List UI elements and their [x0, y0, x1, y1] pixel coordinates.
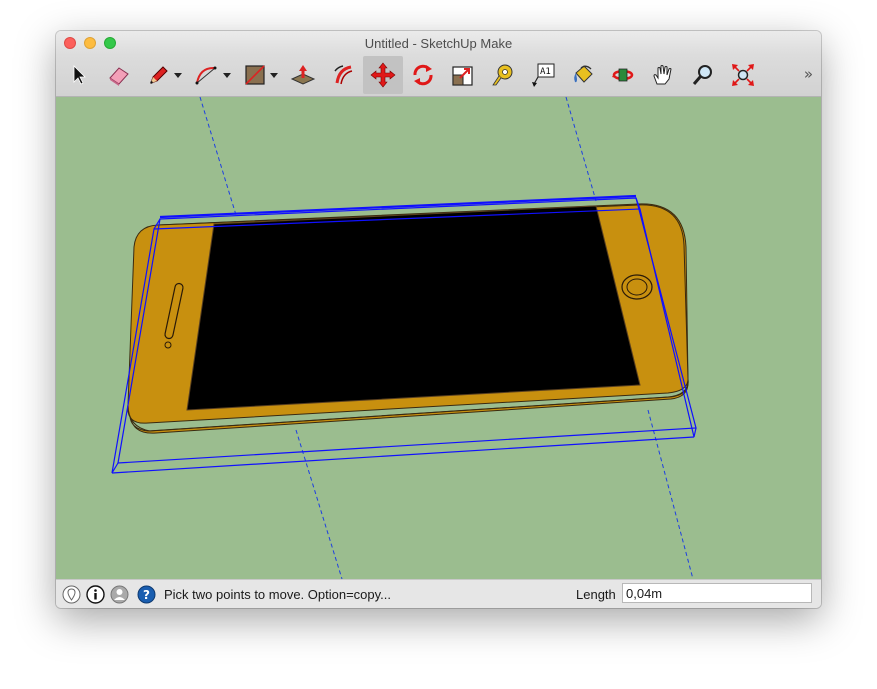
app-window: Untitled - SketchUp Make A1 » ? Pick two…	[56, 31, 821, 608]
geo-location-icon[interactable]	[62, 585, 81, 604]
length-input[interactable]	[622, 583, 812, 603]
paint-bucket-icon	[574, 65, 593, 83]
rectangle-icon	[245, 65, 265, 85]
text-icon: A1	[532, 63, 555, 87]
svg-text:?: ?	[143, 588, 150, 602]
orbit-icon	[612, 68, 634, 82]
zoom-extents-icon	[732, 64, 754, 86]
help-icon[interactable]: ?	[137, 585, 156, 604]
phone-model[interactable]	[111, 194, 697, 474]
title-bar: Untitled - SketchUp Make	[56, 31, 821, 55]
user-account-icon[interactable]	[110, 585, 129, 604]
zoom-extents-tool[interactable]	[723, 56, 763, 94]
pan-tool[interactable]	[643, 56, 683, 94]
axis-guide-line	[199, 97, 237, 216]
follow-me-icon	[334, 65, 353, 85]
axis-guide-line	[647, 409, 694, 579]
model-canvas[interactable]	[56, 97, 821, 579]
rectangle-tool[interactable]	[235, 56, 275, 94]
arc-icon	[195, 66, 217, 85]
arc-dropdown-icon[interactable]	[223, 71, 231, 79]
push-pull-icon	[290, 65, 316, 85]
status-message: Pick two points to move. Option=copy...	[164, 587, 392, 602]
move-tool[interactable]	[363, 56, 403, 94]
axis-guide-line	[565, 97, 597, 202]
rectangle-dropdown-icon[interactable]	[270, 71, 278, 79]
text-tool[interactable]: A1	[523, 56, 563, 94]
eraser-icon	[109, 67, 129, 86]
toolbar-overflow-button[interactable]: »	[804, 65, 813, 83]
window-title: Untitled - SketchUp Make	[364, 36, 513, 51]
push-pull-tool[interactable]	[283, 56, 323, 94]
drawing-viewport[interactable]	[56, 97, 821, 579]
paint-bucket-tool[interactable]	[563, 56, 603, 94]
tape-measure-tool[interactable]	[483, 56, 523, 94]
scale-tool[interactable]	[443, 56, 483, 94]
move-icon	[370, 62, 396, 88]
phone-screen	[186, 205, 641, 411]
pencil-icon	[150, 66, 168, 84]
zoom-tool[interactable]	[683, 56, 723, 94]
tape-measure-icon	[492, 64, 513, 86]
length-label: Length	[576, 587, 616, 602]
status-bar: ? Pick two points to move. Option=copy..…	[56, 579, 821, 608]
hand-icon	[653, 65, 672, 85]
pencil-dropdown-icon[interactable]	[174, 71, 182, 79]
arc-tool[interactable]	[186, 56, 226, 94]
orbit-tool[interactable]	[603, 56, 643, 94]
rotate-icon	[413, 64, 433, 86]
follow-me-tool[interactable]	[323, 56, 363, 94]
model-info-icon[interactable]	[86, 585, 105, 604]
arrow-icon	[73, 65, 86, 85]
magnifier-icon	[692, 65, 712, 85]
camera-dot	[164, 341, 172, 349]
pencil-tool[interactable]	[139, 56, 179, 94]
scale-icon	[452, 66, 473, 86]
text-tool-glyph: A1	[540, 67, 551, 77]
rotate-tool[interactable]	[403, 56, 443, 94]
eraser-tool[interactable]	[99, 56, 139, 94]
select-tool[interactable]	[59, 56, 99, 94]
toolbar: A1 »	[56, 55, 821, 97]
